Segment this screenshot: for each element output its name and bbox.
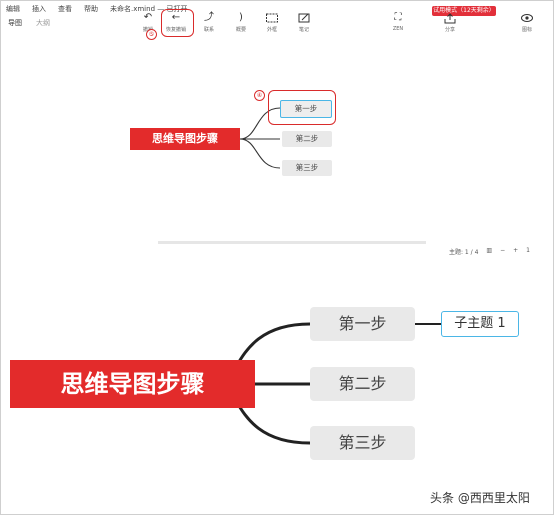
callout-number-4: ④ [254,90,265,101]
small-topic-step2[interactable]: 第二步 [282,131,332,147]
horizontal-scrollbar[interactable] [158,241,426,244]
small-topic-step3[interactable]: 第三步 [282,160,332,176]
large-topic-step1[interactable]: 第一步 [310,307,415,341]
large-root-topic[interactable]: 思维导图步骤 [10,360,255,408]
large-topic-step3[interactable]: 第三步 [310,426,415,460]
large-subtopic-1[interactable]: 子主题 1 [441,311,519,337]
watermark: 头条 @西西里太阳 [430,491,530,505]
large-topic-step2[interactable]: 第二步 [310,367,415,401]
small-root-topic[interactable]: 思维导图步骤 [130,128,240,150]
topic-highlight-box [268,90,336,125]
small-mindmap-connectors [239,107,281,169]
